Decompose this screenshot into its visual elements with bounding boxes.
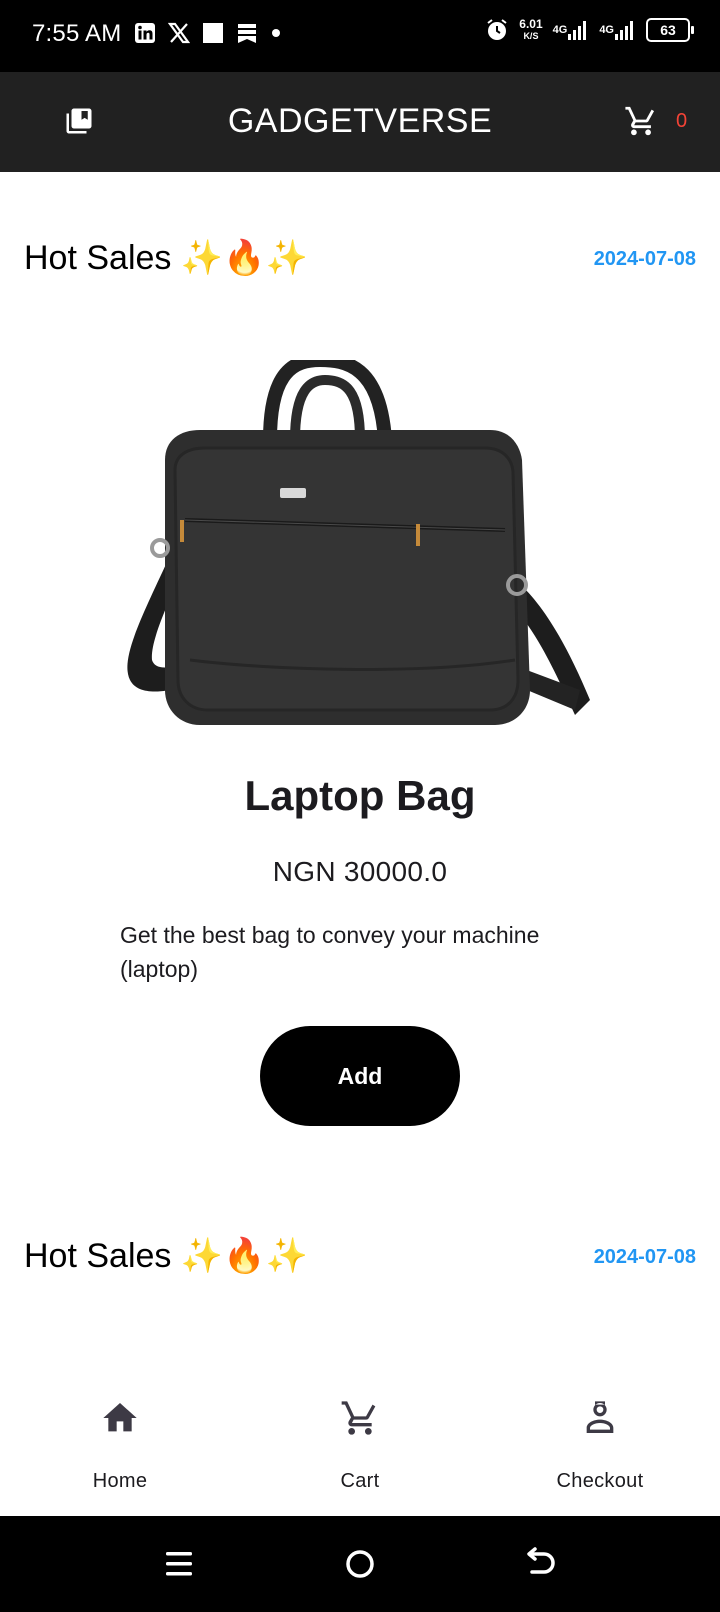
section-header: Hot Sales ✨🔥✨ 2024-07-08 (24, 238, 696, 282)
product-price: NGN 30000.0 (272, 856, 448, 887)
product-description: Get the best bag to convey your machine … (120, 922, 540, 982)
net-speed: 6.01 K/S (519, 17, 543, 41)
x-icon (168, 22, 190, 44)
status-time: 7:55 AM (32, 20, 122, 47)
linkedin-icon (134, 22, 156, 44)
home-circle-icon[interactable] (340, 1546, 380, 1582)
cart-icon[interactable] (624, 104, 658, 143)
system-navigation-bar (0, 1516, 720, 1612)
nav-label: Home (92, 1470, 148, 1492)
alarm-icon (485, 18, 509, 42)
nav-label: Checkout (556, 1470, 644, 1492)
section-date: 2024-07-08 (593, 248, 696, 270)
nav-item-home[interactable]: Home (0, 1380, 240, 1516)
battery-icon: 63 (646, 18, 694, 42)
dot-icon (270, 22, 282, 44)
status-notification-icons (134, 22, 282, 44)
signal-1: 4G (553, 19, 590, 41)
section-date: 2024-07-08 (593, 1246, 696, 1268)
square-icon (202, 22, 224, 44)
menu-icon[interactable] (160, 1546, 200, 1582)
laptop-bag-image (120, 352, 600, 750)
cart-count-badge: 0 (676, 110, 688, 132)
section-title: Hot Sales ✨🔥✨ (24, 239, 308, 277)
status-system-icons: 6.01 K/S 4G 4G 63 (485, 17, 694, 42)
section-header: Hot Sales ✨🔥✨ 2024-07-08 (24, 1236, 696, 1280)
nav-item-checkout[interactable]: Checkout (480, 1380, 720, 1516)
app-bar: GADGETVERSE 0 (0, 72, 720, 172)
nav-item-cart[interactable]: Cart (240, 1380, 480, 1516)
bottom-navigation: Home Cart Checkout (0, 1380, 720, 1516)
app-title: GADGETVERSE (227, 102, 493, 140)
cart-icon (340, 1398, 380, 1438)
product-name: Laptop Bag (244, 772, 476, 819)
checkout-icon (580, 1398, 620, 1438)
add-to-cart-button[interactable]: Add (260, 1026, 460, 1126)
nav-label: Cart (340, 1470, 380, 1492)
news-icon (236, 22, 258, 44)
back-icon[interactable] (520, 1546, 560, 1582)
section-title: Hot Sales ✨🔥✨ (24, 1237, 308, 1275)
signal-2: 4G (599, 19, 636, 41)
home-icon (100, 1398, 140, 1438)
status-bar: 7:55 AM 6.01 K/S 4G 4G 63 (0, 0, 720, 72)
